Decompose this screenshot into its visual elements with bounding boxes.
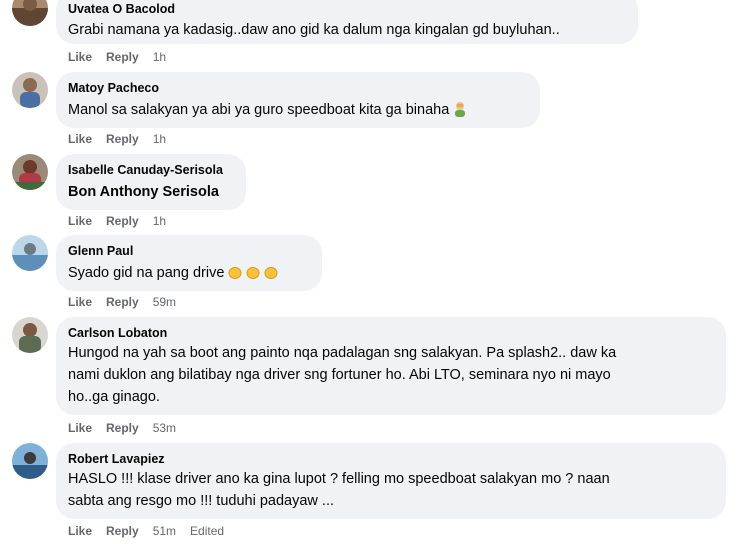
comment-actions: Like Reply 59m [68, 294, 190, 310]
comment-timestamp[interactable]: 1h [153, 213, 166, 229]
avatar[interactable] [12, 317, 48, 353]
comment-timestamp[interactable]: 1h [153, 49, 166, 65]
comment-author[interactable]: Glenn Paul [68, 243, 310, 259]
comment-bubble: Glenn Paul Syado gid na pang drive [56, 235, 322, 291]
avatar[interactable] [12, 154, 48, 190]
edited-label[interactable]: Edited [190, 523, 224, 539]
reply-button[interactable]: Reply [106, 131, 139, 147]
man-facepalming-emoji [452, 101, 468, 124]
comment-bubble: Matoy Pacheco Manol sa salakyan ya abi y… [56, 72, 540, 128]
reply-button[interactable]: Reply [106, 49, 139, 65]
comment-author[interactable]: Isabelle Canuday-Serisola [68, 162, 234, 178]
comment-bubble: Carlson Lobaton Hungod na yah sa boot an… [56, 317, 726, 415]
comment-text: HASLO !!! klase driver ano ka gina lupot… [68, 468, 714, 512]
comment-actions: Like Reply 51m Edited [68, 523, 238, 539]
comment-text: Syado gid na pang drive [68, 262, 310, 287]
comment-text: Manol sa salakyan ya abi ya guro speedbo… [68, 99, 528, 124]
comment-bubble: Isabelle Canuday-Serisola Bon Anthony Se… [56, 154, 246, 210]
comment-text-line: ho..ga ginago. [68, 389, 160, 405]
comment-timestamp[interactable]: 53m [153, 420, 176, 436]
comment-text: Hungod na yah sa boot ang painto nqa pad… [68, 342, 714, 408]
like-button[interactable]: Like [68, 523, 92, 539]
comment-text-body: Manol sa salakyan ya abi ya guro speedbo… [68, 102, 450, 118]
like-button[interactable]: Like [68, 213, 92, 229]
comment-text-line: nami duklon ang bilatibay nga driver sng… [68, 367, 611, 383]
comment-bubble: Robert Lavapiez HASLO !!! klase driver a… [56, 443, 726, 519]
comment-text-line: HASLO !!! klase driver ano ka gina lupot… [68, 471, 610, 487]
comment-author[interactable]: Carlson Lobaton [68, 325, 714, 341]
comment-timestamp[interactable]: 59m [153, 294, 176, 310]
avatar[interactable] [12, 72, 48, 108]
comment-actions: Like Reply 53m [68, 420, 190, 436]
comment-actions: Like Reply 1h [68, 49, 180, 65]
comment-text: Grabi namana ya kadasig..daw ano gid ka … [68, 22, 560, 38]
comment-text-line: sabta ang resgo mo !!! tuduhi padayaw ..… [68, 493, 334, 509]
comment-author[interactable]: Uvatea O Bacolod [68, 1, 626, 17]
comment-bubble: Uvatea O Bacolod Grabi namana ya kadasig… [56, 0, 638, 44]
like-button[interactable]: Like [68, 294, 92, 310]
avatar[interactable] [12, 0, 48, 26]
comment-actions: Like Reply 1h [68, 213, 180, 229]
comment-text-line: Hungod na yah sa boot ang painto nqa pad… [68, 345, 617, 361]
comment-timestamp[interactable]: 51m [153, 523, 176, 539]
comment-author[interactable]: Matoy Pacheco [68, 80, 528, 96]
like-button[interactable]: Like [68, 49, 92, 65]
like-button[interactable]: Like [68, 420, 92, 436]
like-button[interactable]: Like [68, 131, 92, 147]
comment-text-body: Syado gid na pang drive [68, 265, 225, 281]
reply-button[interactable]: Reply [106, 523, 139, 539]
reply-button[interactable]: Reply [106, 420, 139, 436]
tagged-user-link[interactable]: Bon Anthony Serisola [68, 181, 234, 203]
clapping-hands-emoji [227, 264, 279, 287]
avatar[interactable] [12, 443, 48, 479]
reply-button[interactable]: Reply [106, 213, 139, 229]
comment-actions: Like Reply 1h [68, 131, 180, 147]
comment-timestamp[interactable]: 1h [153, 131, 166, 147]
avatar[interactable] [12, 235, 48, 271]
comment-author[interactable]: Robert Lavapiez [68, 451, 714, 467]
reply-button[interactable]: Reply [106, 294, 139, 310]
